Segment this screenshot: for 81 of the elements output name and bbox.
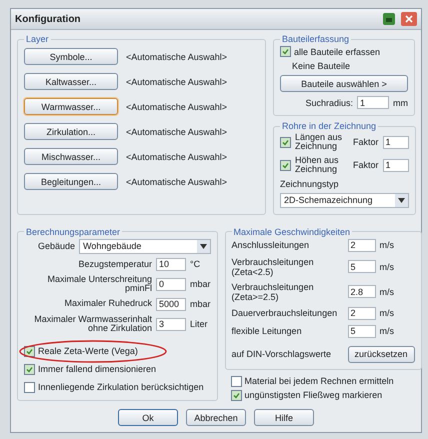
- unit-label: m/s: [380, 240, 394, 250]
- checkbox[interactable]: [230, 390, 242, 401]
- layer-value: <Automatische Auswahl>: [126, 152, 228, 162]
- group-title: Layer: [25, 34, 50, 44]
- checkbox[interactable]: [230, 376, 242, 387]
- layer-value: <Automatische Auswahl>: [126, 76, 228, 86]
- info-text: Keine Bauteile: [291, 61, 352, 71]
- checkbox-label: Immer fallend dimensionieren: [38, 364, 156, 374]
- input-field[interactable]: 0: [156, 278, 186, 291]
- unit-label: m/s: [380, 262, 394, 272]
- layer-button[interactable]: Kaltwasser...: [24, 73, 118, 90]
- field-label: Maximaler Warmwasserinhalt ohne Zirkulation: [33, 314, 152, 334]
- checkbox-label: Längen aus Zeichnung: [295, 133, 344, 152]
- input-field[interactable]: 10: [156, 258, 186, 271]
- group-title: Bauteilerfassung: [281, 34, 350, 44]
- field-label: Zeichnungstyp: [280, 178, 340, 189]
- group-title: Rohre in der Zeichnung: [281, 121, 378, 131]
- checkbox[interactable]: [280, 136, 291, 148]
- field-label: Faktor: [353, 137, 379, 148]
- checkbox-label: Innenliegende Zirkulation berücksichtigen: [38, 382, 204, 392]
- layer-button[interactable]: Mischwasser...: [24, 148, 118, 165]
- field-label: flexible Leitungen: [232, 326, 303, 336]
- reset-button[interactable]: zurücksetzen: [348, 346, 415, 363]
- factor-field[interactable]: 1: [382, 158, 409, 172]
- layer-value: <Automatische Auswahl>: [126, 126, 228, 136]
- field-label: Maximaler Ruhedruck: [63, 299, 152, 309]
- dialog-button[interactable]: Abbrechen: [186, 409, 246, 426]
- factor-field[interactable]: 1: [382, 136, 409, 149]
- input-field[interactable]: 3: [156, 318, 186, 331]
- dialog-button[interactable]: Ok: [118, 409, 178, 426]
- caret-icon: [398, 198, 405, 203]
- field-label: Gebäude: [37, 241, 76, 252]
- checkbox-label: ungünstigsten Fließweg markieren: [244, 390, 382, 400]
- input-field[interactable]: 5: [348, 260, 376, 274]
- field-label: Dauerverbrauchsleitungen: [232, 308, 338, 318]
- checkbox-label: Material bei jedem Rechnen ermitteln: [244, 376, 394, 386]
- checkbox-label: Höhen aus Zeichnung: [295, 156, 340, 175]
- layer-button[interactable]: Warmwasser...: [24, 98, 118, 115]
- field-label: Faktor: [353, 160, 379, 170]
- checkbox[interactable]: [24, 364, 35, 374]
- field-label: Anschlussleitungen: [232, 240, 310, 250]
- input-field[interactable]: 2.8: [348, 285, 376, 298]
- unit-label: mbar: [190, 299, 211, 310]
- layer-button[interactable]: Symbole...: [24, 48, 118, 65]
- group-title: Maximale Geschwindigkeiten: [232, 226, 352, 237]
- checkbox-label: Reale Zeta-Werte (Vega): [38, 346, 138, 356]
- field-label: Suchradius:: [305, 98, 353, 108]
- checkbox[interactable]: [24, 382, 35, 392]
- unit-label: °C: [190, 259, 200, 270]
- unit-label: Liter: [190, 319, 208, 330]
- unit-label: mbar: [190, 279, 211, 290]
- input-field[interactable]: 2: [348, 306, 376, 320]
- layer-button[interactable]: Zirkulation...: [24, 123, 118, 140]
- caret-icon: [200, 244, 207, 249]
- radius-field[interactable]: 1: [357, 96, 389, 109]
- unit-label: m/s: [380, 286, 394, 297]
- layer-value: <Automatische Auswahl>: [126, 102, 228, 112]
- unit-label: mm: [393, 98, 408, 108]
- checkbox-label: alle Bauteile erfassen: [294, 46, 380, 56]
- field-label: Verbrauchsleitungen (Zeta<2.5): [232, 256, 315, 277]
- window-title: Konfiguration: [15, 14, 82, 24]
- layer-button[interactable]: Begleitungen...: [24, 173, 118, 190]
- layer-value: <Automatische Auswahl>: [126, 52, 228, 62]
- field-label: Bezugstemperatur: [77, 260, 152, 269]
- select-components-button[interactable]: Bauteile auswählen >: [280, 75, 408, 92]
- input-field[interactable]: 5000: [156, 298, 186, 311]
- unit-label: m/s: [380, 308, 394, 318]
- group-title: Berechnungsparameter: [25, 226, 122, 237]
- dialog-button[interactable]: Hilfe: [254, 409, 314, 426]
- input-field[interactable]: 2: [348, 238, 376, 252]
- field-label: Verbrauchsleitungen (Zeta>=2.5): [232, 282, 315, 302]
- field-label: Maximale Unterschreitung pminFl: [46, 274, 152, 294]
- checkbox[interactable]: [280, 160, 291, 171]
- building-dropdown[interactable]: Wohngebäude: [79, 238, 211, 254]
- unit-label: m/s: [380, 326, 394, 336]
- checkbox[interactable]: [280, 46, 291, 57]
- close-icon[interactable]: [401, 12, 417, 26]
- input-field[interactable]: 5: [348, 324, 376, 338]
- drawing-type-dropdown[interactable]: 2D-Schemazeichnung: [280, 192, 409, 208]
- field-label: auf DIN-Vorschlagswerte: [232, 349, 332, 360]
- layer-value: <Automatische Auswahl>: [126, 176, 228, 186]
